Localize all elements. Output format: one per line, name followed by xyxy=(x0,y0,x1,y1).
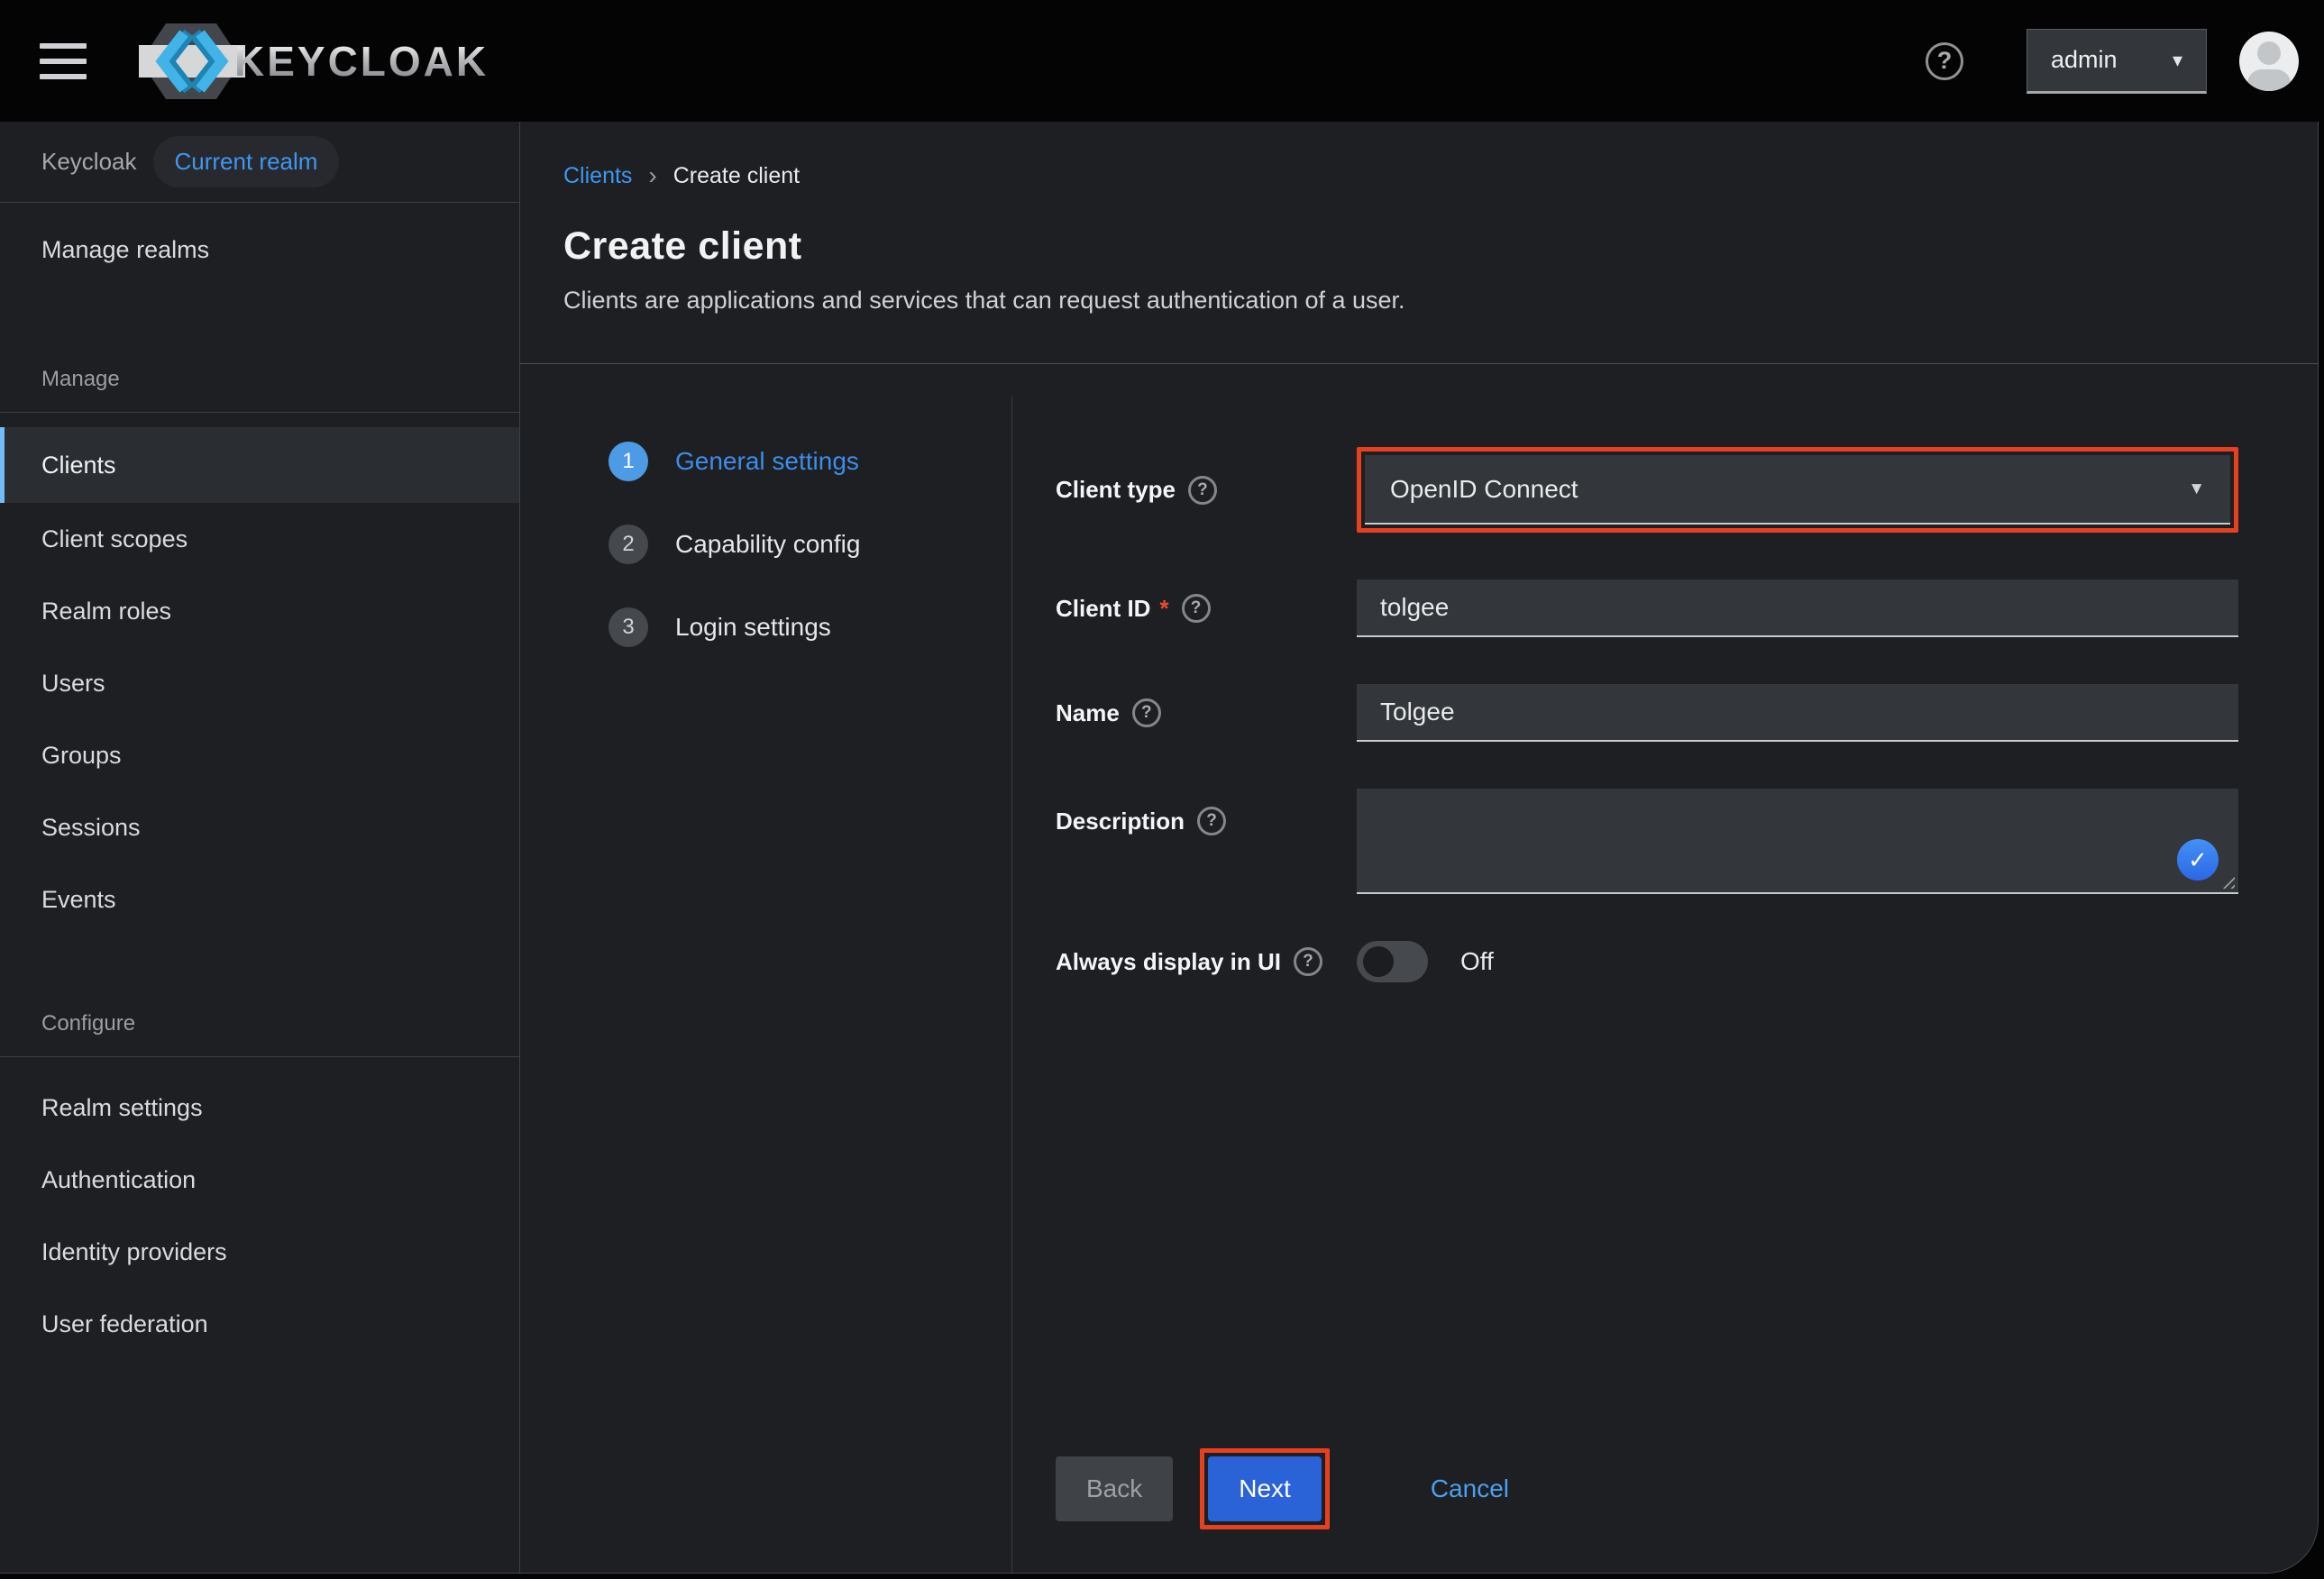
sidebar-item-sessions[interactable]: Sessions xyxy=(0,791,519,863)
wizard-step-login-settings[interactable]: 3 Login settings xyxy=(608,607,1011,647)
top-bar: KEYCLOAK ? admin ▾ xyxy=(0,0,2324,122)
client-type-row: Client type ? OpenID Connect ▼ xyxy=(1056,447,2238,533)
wizard-step-capability-config[interactable]: 2 Capability config xyxy=(608,525,1011,564)
sidebar-item-authentication[interactable]: Authentication xyxy=(0,1144,519,1216)
sidebar: Keycloak Current realm Manage realms Man… xyxy=(0,122,520,1573)
app-shell: Keycloak Current realm Manage realms Man… xyxy=(0,122,2319,1574)
help-icon[interactable]: ? xyxy=(1182,594,1211,623)
description-row: Description ? ✓ xyxy=(1056,789,2238,894)
wizard-step-general-settings[interactable]: 1 General settings xyxy=(608,442,1011,481)
sidebar-item-manage-realms[interactable]: Manage realms xyxy=(0,221,519,278)
sidebar-nav: Manage realms Manage Clients Client scop… xyxy=(0,203,519,1360)
name-input[interactable] xyxy=(1357,684,2238,742)
breadcrumb-clients-link[interactable]: Clients xyxy=(563,163,632,189)
toggle-knob xyxy=(1363,946,1394,977)
sidebar-item-identity-providers[interactable]: Identity providers xyxy=(0,1216,519,1288)
help-icon[interactable]: ? xyxy=(1188,476,1217,505)
user-menu-dropdown[interactable]: admin ▾ xyxy=(2027,29,2207,94)
client-type-select[interactable]: OpenID Connect ▼ xyxy=(1365,455,2230,525)
name-row: Name ? xyxy=(1056,684,2238,742)
chevron-down-icon: ▾ xyxy=(2173,49,2182,72)
help-icon[interactable]: ? xyxy=(1294,947,1322,976)
client-type-label: Client type xyxy=(1056,476,1176,504)
page-title: Create client xyxy=(563,224,2274,269)
wizard-steps-nav: 1 General settings 2 Capability config 3… xyxy=(520,397,1012,1573)
wizard-actions: Back Next Cancel xyxy=(1056,1448,2238,1529)
help-icon[interactable]: ? xyxy=(1926,42,1963,80)
client-id-label: Client ID xyxy=(1056,595,1150,623)
help-icon[interactable]: ? xyxy=(1197,807,1226,835)
sidebar-section-configure: Configure xyxy=(0,1006,519,1042)
sidebar-item-events[interactable]: Events xyxy=(0,863,519,936)
step-number-badge: 1 xyxy=(608,442,648,481)
menu-icon[interactable] xyxy=(40,43,87,79)
annotation-highlight-client-type: OpenID Connect ▼ xyxy=(1357,447,2238,533)
next-button[interactable]: Next xyxy=(1208,1456,1322,1521)
keycloak-admin-console: KEYCLOAK ? admin ▾ Keycloak Current real… xyxy=(0,0,2324,1579)
keycloak-logo: KEYCLOAK xyxy=(139,19,489,104)
keycloak-logo-icon xyxy=(139,19,245,104)
client-id-row: Client ID * ? xyxy=(1056,580,2238,637)
create-client-wizard: 1 General settings 2 Capability config 3… xyxy=(520,364,2318,1573)
avatar[interactable] xyxy=(2239,32,2299,91)
always-display-row: Always display in UI ? Off xyxy=(1056,941,2238,982)
toggle-state-label: Off xyxy=(1460,947,1494,976)
sidebar-item-users[interactable]: Users xyxy=(0,647,519,719)
current-realm-button[interactable]: Current realm xyxy=(153,136,340,187)
brand-name: KEYCLOAK xyxy=(234,37,489,86)
page-subtitle: Clients are applications and services th… xyxy=(563,287,2274,363)
page-header: Clients › Create client Create client Cl… xyxy=(520,122,2318,364)
sidebar-item-client-scopes[interactable]: Client scopes xyxy=(0,503,519,575)
breadcrumb-current: Create client xyxy=(673,163,800,189)
required-asterisk: * xyxy=(1159,595,1168,623)
breadcrumb: Clients › Create client xyxy=(563,161,2274,190)
sidebar-item-groups[interactable]: Groups xyxy=(0,719,519,791)
sidebar-item-realm-roles[interactable]: Realm roles xyxy=(0,575,519,647)
always-display-toggle[interactable] xyxy=(1357,941,1428,982)
main-content: Clients › Create client Create client Cl… xyxy=(520,122,2318,1573)
general-settings-form: Client type ? OpenID Connect ▼ xyxy=(1012,397,2318,1573)
always-display-label: Always display in UI xyxy=(1056,948,1281,976)
extension-check-badge-icon[interactable]: ✓ xyxy=(2177,839,2219,881)
cancel-link[interactable]: Cancel xyxy=(1431,1474,1509,1503)
step-number-badge: 3 xyxy=(608,607,648,647)
description-textarea[interactable] xyxy=(1357,789,2238,894)
step-number-badge: 2 xyxy=(608,525,648,564)
sidebar-item-clients[interactable]: Clients xyxy=(0,427,519,503)
sidebar-item-realm-settings[interactable]: Realm settings xyxy=(0,1072,519,1144)
help-icon[interactable]: ? xyxy=(1132,698,1161,727)
description-label: Description xyxy=(1056,808,1185,835)
chevron-right-icon: › xyxy=(648,161,656,190)
sidebar-item-user-federation[interactable]: User federation xyxy=(0,1288,519,1360)
realm-switcher-label: Keycloak xyxy=(41,148,137,176)
name-label: Name xyxy=(1056,699,1120,727)
caret-down-icon: ▼ xyxy=(2188,479,2205,499)
sidebar-section-manage: Manage xyxy=(0,361,519,397)
client-id-input[interactable] xyxy=(1357,580,2238,637)
back-button[interactable]: Back xyxy=(1056,1456,1173,1521)
realm-switcher: Keycloak Current realm xyxy=(0,122,519,203)
user-name: admin xyxy=(2051,46,2118,74)
annotation-highlight-next: Next xyxy=(1200,1448,1330,1529)
